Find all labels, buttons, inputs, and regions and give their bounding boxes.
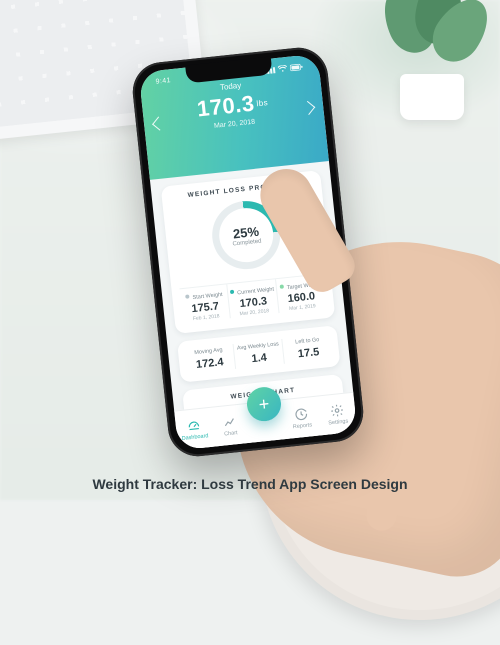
avg-weekly-loss: Avg Weekly Loss 1.4 xyxy=(233,339,285,369)
status-time: 9:41 xyxy=(155,77,171,86)
tab-reports[interactable]: Reports xyxy=(282,397,322,440)
gear-icon xyxy=(329,402,344,417)
image-caption: Weight Tracker: Loss Trend App Screen De… xyxy=(0,476,500,492)
moving-avg: Moving Avg 172.4 xyxy=(184,344,236,374)
wifi-icon xyxy=(278,65,288,73)
progress-ring: 25% Completed xyxy=(209,198,284,273)
tab-dashboard[interactable]: Dashboard xyxy=(174,408,214,451)
plant-prop xyxy=(372,0,492,120)
tab-chart[interactable]: Chart xyxy=(210,404,250,447)
left-to-go: Left to Go 17.5 xyxy=(283,334,334,364)
history-icon xyxy=(294,406,309,421)
battery-icon xyxy=(290,63,304,71)
plus-icon: + xyxy=(258,393,271,415)
y-tick: 160 xyxy=(220,445,229,450)
stats-card: Moving Avg 172.4 Avg Weekly Loss 1.4 Lef… xyxy=(177,325,340,382)
current-weight-col: Current Weight 170.3 Mar 20, 2018 xyxy=(228,279,280,318)
start-weight-col: Start Weight 175.7 Feb 1, 2018 xyxy=(180,284,232,323)
gauge-icon xyxy=(186,417,201,432)
tab-settings[interactable]: Settings xyxy=(317,393,357,436)
chart-icon xyxy=(222,414,237,429)
